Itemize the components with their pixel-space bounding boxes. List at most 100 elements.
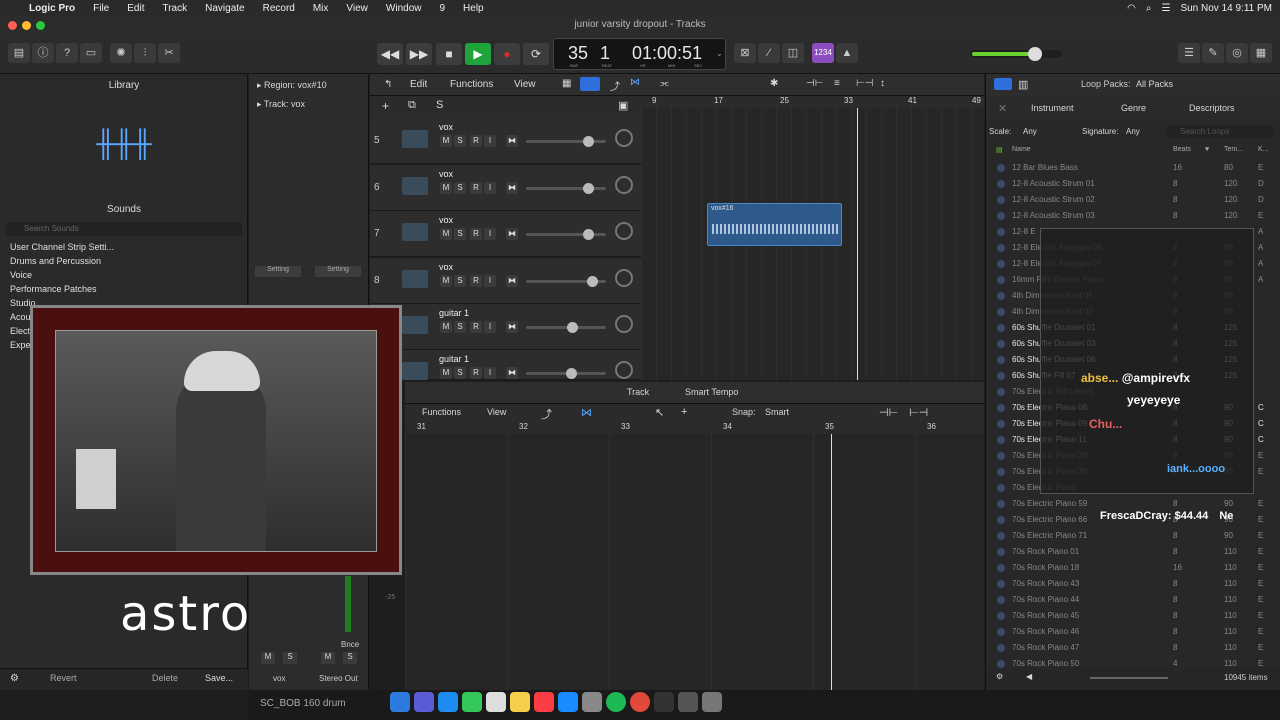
input-monitor-button[interactable]: I <box>484 182 496 194</box>
menu-file[interactable]: File <box>84 3 118 14</box>
category-performance-patches[interactable]: Performance Patches <box>0 282 248 296</box>
loop-type-icon[interactable] <box>997 404 1005 412</box>
mute-button-channel2[interactable]: M <box>321 652 335 664</box>
menu-navigate[interactable]: Navigate <box>196 3 253 14</box>
track-name[interactable]: vox <box>439 262 453 272</box>
solo-button[interactable]: S <box>454 321 466 333</box>
solo-button[interactable]: S <box>454 367 466 379</box>
close-icon[interactable]: ✕ <box>998 102 1007 115</box>
library-toggle-icon[interactable]: ▤ <box>8 43 30 63</box>
loop-type-icon[interactable] <box>997 436 1005 444</box>
count-in-icon[interactable]: 1234 <box>812 43 834 63</box>
editor-zoom-fit-icon[interactable]: ⊣⊢ <box>879 406 898 419</box>
track-settings-icon[interactable]: ▣ <box>618 99 628 112</box>
messages-icon[interactable] <box>462 692 482 712</box>
revert-button[interactable]: Revert <box>50 673 77 683</box>
editors-icon[interactable]: ✂ <box>158 43 180 63</box>
loop-row[interactable]: 12-8 Acoustic Strum 01 8 120 D <box>986 176 1280 192</box>
mute-button[interactable]: M <box>440 182 452 194</box>
notepad-icon[interactable]: ✎ <box>1202 43 1224 63</box>
loop-type-icon[interactable] <box>997 212 1005 220</box>
category-drums-percussion[interactable]: Drums and Percussion <box>0 254 248 268</box>
track-header[interactable]: guitar 1 M S R I ⧓ <box>370 350 641 380</box>
menu-record[interactable]: Record <box>254 3 304 14</box>
freeze-button[interactable]: ⧓ <box>506 367 518 379</box>
loop-row[interactable]: 12-8 Acoustic Strum 02 8 120 D <box>986 192 1280 208</box>
editor-add-tool-icon[interactable]: + <box>681 406 687 418</box>
solo-button[interactable]: S <box>454 135 466 147</box>
input-monitor-button[interactable]: I <box>484 367 496 379</box>
loop-type-icon[interactable] <box>997 164 1005 172</box>
audio-region[interactable]: vox#16 <box>707 203 842 246</box>
loop-type-icon[interactable] <box>997 196 1005 204</box>
column-tempo[interactable]: Tem... <box>1224 146 1243 153</box>
lcd-display[interactable]: 35 1 01:00:51 BAR BEAT HR MIN SEC ⌄ <box>553 38 726 70</box>
bounce-button[interactable]: Bnce <box>341 640 359 649</box>
fader-knob[interactable] <box>583 229 595 240</box>
loop-row[interactable]: 12 Bar Blues Bass 16 80 E <box>986 160 1280 176</box>
menu-edit[interactable]: Edit <box>118 3 153 14</box>
loop-type-icon[interactable] <box>997 468 1005 476</box>
app-store-icon[interactable] <box>558 692 578 712</box>
flex-icon[interactable]: ⋈ <box>630 77 640 88</box>
loop-type-icon[interactable] <box>997 276 1005 284</box>
column-beats[interactable]: Beats <box>1173 146 1191 153</box>
menu-help[interactable]: Help <box>454 3 493 14</box>
search-icon[interactable]: ⌕ <box>1146 3 1152 14</box>
master-volume-knob[interactable] <box>1028 47 1042 61</box>
setting-button-2[interactable]: Setting <box>315 266 361 277</box>
solo-button[interactable]: S <box>454 228 466 240</box>
solo-button[interactable]: S <box>454 182 466 194</box>
fast-forward-button[interactable]: ▶▶ <box>406 43 432 65</box>
fader-knob[interactable] <box>567 322 579 333</box>
editor-horizontal-zoom-icon[interactable]: ⊢⊣ <box>909 406 928 419</box>
editor-ruler[interactable]: 31 32 33 34 35 36 <box>405 422 984 434</box>
trash-icon[interactable] <box>702 692 722 712</box>
editor-pointer-icon[interactable]: ↖ <box>655 406 664 419</box>
vertical-zoom-icon[interactable]: ≡ <box>834 78 840 89</box>
loop-row[interactable]: 70s Rock Piano 47 8 110 E <box>986 640 1280 656</box>
loop-type-icon[interactable] <box>997 324 1005 332</box>
lcd-dropdown-icon[interactable]: ⌄ <box>716 49 723 58</box>
loop-row[interactable]: 70s Electric Piano 71 8 90 E <box>986 528 1280 544</box>
inspector-toggle-icon[interactable]: ⓘ <box>32 43 54 63</box>
pan-knob[interactable] <box>615 361 633 379</box>
playhead[interactable] <box>857 108 858 380</box>
mute-button[interactable]: M <box>440 321 452 333</box>
loop-row[interactable]: 70s Rock Piano 46 8 110 E <box>986 624 1280 640</box>
snap-dropdown[interactable]: Smart <box>765 407 789 417</box>
gear-icon[interactable]: ⚙ <box>10 673 19 684</box>
track-name[interactable]: guitar 1 <box>439 354 469 364</box>
clock[interactable]: Sun Nov 14 9:11 PM <box>1180 3 1272 14</box>
loop-type-icon[interactable] <box>997 244 1005 252</box>
logic-pro-icon[interactable] <box>654 692 674 712</box>
loop-view-toggle-icon[interactable] <box>994 78 1012 90</box>
pan-knob[interactable] <box>615 269 633 287</box>
chrome-icon[interactable] <box>630 692 650 712</box>
master-volume-slider[interactable] <box>970 47 1062 61</box>
save-button[interactable]: Save... <box>205 673 233 683</box>
pan-knob[interactable] <box>615 315 633 333</box>
pan-knob[interactable] <box>615 222 633 240</box>
main-ruler[interactable]: 9 17 25 33 41 49 <box>641 96 984 108</box>
record-button[interactable]: ● <box>494 43 520 65</box>
mixer-icon[interactable]: ⫶ <box>134 43 156 63</box>
tab-genre[interactable]: Genre <box>1121 103 1146 113</box>
freeze-button[interactable]: ⧓ <box>506 228 518 240</box>
fader-knob[interactable] <box>583 136 595 147</box>
sounds-search-input[interactable]: Search Sounds <box>6 222 242 236</box>
cycle-button[interactable]: ⟳ <box>523 43 549 65</box>
launchpad-icon[interactable] <box>414 692 434 712</box>
loop-type-icon[interactable] <box>997 548 1005 556</box>
track-name[interactable]: guitar 1 <box>439 308 469 318</box>
loop-type-icon[interactable] <box>997 452 1005 460</box>
menu-mix[interactable]: Mix <box>304 3 338 14</box>
smart-controls-icon[interactable]: ✺ <box>110 43 132 63</box>
loop-type-icon[interactable] <box>997 420 1005 428</box>
waveform-zoom-icon[interactable]: ⊣⊢ <box>806 78 823 89</box>
column-key[interactable]: K... <box>1258 146 1269 153</box>
loop-type-icon[interactable] <box>997 292 1005 300</box>
view-menu[interactable]: View <box>514 79 536 90</box>
freeze-button[interactable]: ⧓ <box>506 135 518 147</box>
back-icon[interactable]: ↰ <box>384 79 392 90</box>
